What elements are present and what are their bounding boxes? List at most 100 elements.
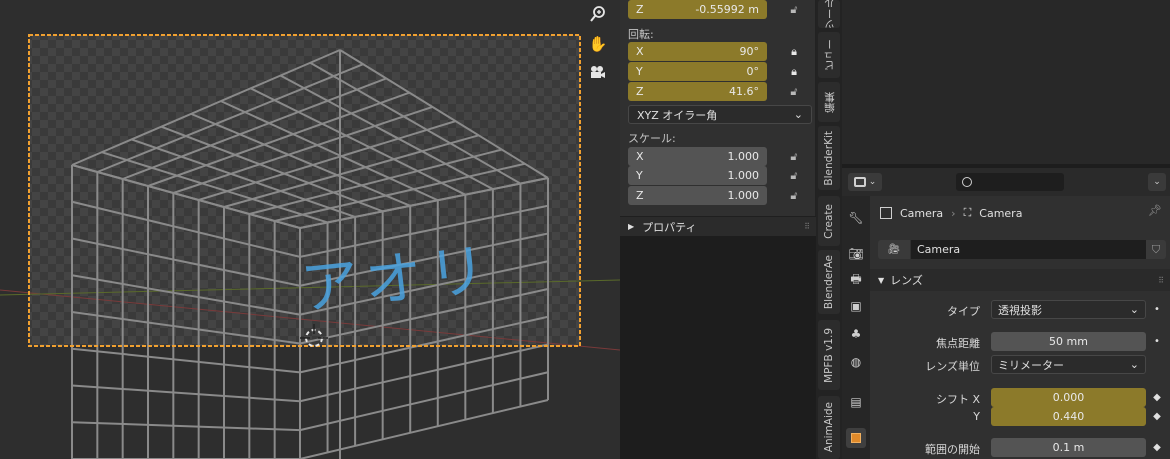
keyframe-diamond-icon[interactable]: ◆ [1152,392,1162,403]
tab-animaide[interactable]: AnimAide [818,396,840,459]
lens-type-select[interactable]: 透視投影 ⌄ [991,300,1146,319]
pan-hand-icon[interactable]: ✋ [586,32,610,56]
focal-length-field[interactable]: 50 mm [991,332,1146,351]
type-label: タイプ [947,305,980,318]
render-icon[interactable]: 📷︎ [846,244,866,264]
scale-y-field[interactable]: Y 1.000 [628,166,767,185]
drag-handle-icon[interactable]: ⠿ [1158,276,1164,285]
properties-editor-icon [853,177,866,187]
keyframe-diamond-icon[interactable]: ◆ [1152,442,1162,453]
tab-create[interactable]: Create [818,196,840,246]
breadcrumb-object: Camera [900,206,944,220]
object-icon[interactable] [846,428,866,448]
properties-header: ⌄ ⌄ [842,168,1170,196]
breadcrumb-data: Camera [979,206,1023,220]
chevron-down-icon: ⌄ [1129,303,1139,316]
field-value: 0.440 [1052,410,1085,423]
shift-x-label: シフト X [935,393,980,406]
focal-length-label: 焦点距離 [936,337,980,350]
keyframe-dot-icon[interactable]: • [1152,304,1162,315]
sidebar-transform-panel: Z -0.55992 m 🔓︎ 回転: X 90° 🔒︎ Y 0° 🔒︎ Z 4… [620,0,816,236]
outliner-area[interactable] [842,0,1170,164]
axis-label: Z [636,85,644,98]
clip-start-field[interactable]: 0.1 m [991,438,1146,457]
scale-x-field[interactable]: X 1.000 [628,147,767,166]
disclosure-triangle-icon: ▼ [878,275,885,285]
object-data-icon [880,207,892,219]
clip-start-label: 範囲の開始 [925,443,980,456]
datablock-browse-button[interactable]: 🎥︎ [878,240,910,259]
pin-icon[interactable]: 📌︎ [1148,204,1162,217]
lock-icon-open[interactable]: 🔓︎ [786,168,802,184]
shift-y-label: Y [973,410,980,423]
properties-editor: ⌄ ⌄ 🔧︎ 📷︎ 🖶︎ ▣ ♣ ◍ ▤ Camera › ⛶ Camera 📌… [842,168,1170,459]
scale-z-field[interactable]: Z 1.000 [628,186,767,205]
lock-icon-open[interactable]: 🔓︎ [786,84,802,100]
collection-icon[interactable]: ▤ [846,392,866,412]
tab-tool[interactable]: ツール [818,0,840,30]
tab-view[interactable]: ビュー [818,32,840,78]
properties-subpanel-header[interactable]: ▶ プロパティ ⠿ [620,216,816,236]
options-dropdown-button[interactable]: ⌄ [1148,173,1166,191]
lock-icon-open[interactable]: 🔓︎ [786,149,802,165]
keyframe-dot-icon[interactable]: • [1152,336,1162,347]
chevron-right-icon: › [951,206,956,220]
shift-x-field[interactable]: 0.000 [991,388,1146,407]
view-layer-icon[interactable]: ▣ [846,296,866,316]
lock-icon-closed[interactable]: 🔒︎ [786,44,802,60]
tab-mpfb[interactable]: MPFB v1.9 [818,320,840,390]
tab-label: 編集 [823,91,836,113]
field-value: -0.55992 m [695,3,759,16]
lens-unit-select[interactable]: ミリメーター ⌄ [991,355,1146,374]
camera-view-icon[interactable] [586,60,610,84]
rotation-x-field[interactable]: X 90° [628,42,767,61]
shift-y-field[interactable]: 0.440 [991,407,1146,426]
field-value: 1.000 [727,150,760,163]
zoom-icon[interactable] [586,2,610,26]
lock-icon-open[interactable]: 🔓︎ [786,188,802,204]
field-value: 0.000 [1052,391,1085,404]
lock-icon-open[interactable]: 🔓︎ [786,2,802,18]
rotation-mode-select[interactable]: XYZ オイラー角 ⌄ [628,105,812,124]
3d-viewport[interactable]: アオリ ✋ [0,0,620,459]
axis-label: Z [636,189,644,202]
keyframe-diamond-icon[interactable]: ◆ [1152,411,1162,422]
tab-label: Create [823,203,835,239]
output-icon[interactable]: 🖶︎ [846,270,866,290]
drag-handle-icon[interactable]: ⠿ [804,222,810,231]
tab-label: ツール [823,0,836,30]
tab-edit[interactable]: 編集 [818,82,840,122]
rotation-y-field[interactable]: Y 0° [628,62,767,81]
location-z-field[interactable]: Z -0.55992 m [628,0,767,19]
axis-label: Y [636,65,643,78]
tab-blenderae[interactable]: BlenderAe [818,250,840,314]
world-icon[interactable]: ◍ [846,352,866,372]
tab-label: BlenderAe [823,254,835,310]
disclosure-triangle-icon: ▶ [628,222,635,231]
field-value: 50 mm [1049,335,1088,348]
search-input[interactable] [956,173,1064,191]
fake-user-shield-icon[interactable]: ⛉ [1146,240,1166,259]
lock-icon-closed[interactable]: 🔒︎ [786,64,802,80]
scale-label: スケール: [628,132,676,145]
select-value: XYZ オイラー角 [637,108,718,122]
properties-tabs: 🔧︎ 📷︎ 🖶︎ ▣ ♣ ◍ ▤ [842,196,870,459]
axis-label: Z [636,3,644,16]
editor-type-button[interactable]: ⌄ [848,173,882,191]
chevron-down-icon: ⌄ [868,177,877,187]
chevron-down-icon: ⌄ [1129,358,1139,371]
tab-blenderkit[interactable]: BlenderKit [818,126,840,190]
tab-label: ビュー [823,39,836,71]
datablock-name-field[interactable]: Camera [911,240,1146,259]
field-value: 41.6° [729,85,759,98]
select-value: 透視投影 [998,303,1042,317]
axis-label: Y [636,169,643,182]
search-icon [962,177,972,187]
scene-icon[interactable]: ♣ [846,324,866,344]
rotation-label: 回転: [628,28,654,41]
lens-section-header[interactable]: ▼ レンズ ⠿ [870,269,1170,291]
tool-settings-icon[interactable]: 🔧︎ [846,208,866,228]
rotation-z-field[interactable]: Z 41.6° [628,82,767,101]
lens-unit-label: レンズ単位 [925,360,980,373]
breadcrumb: Camera › ⛶ Camera [880,204,1022,222]
